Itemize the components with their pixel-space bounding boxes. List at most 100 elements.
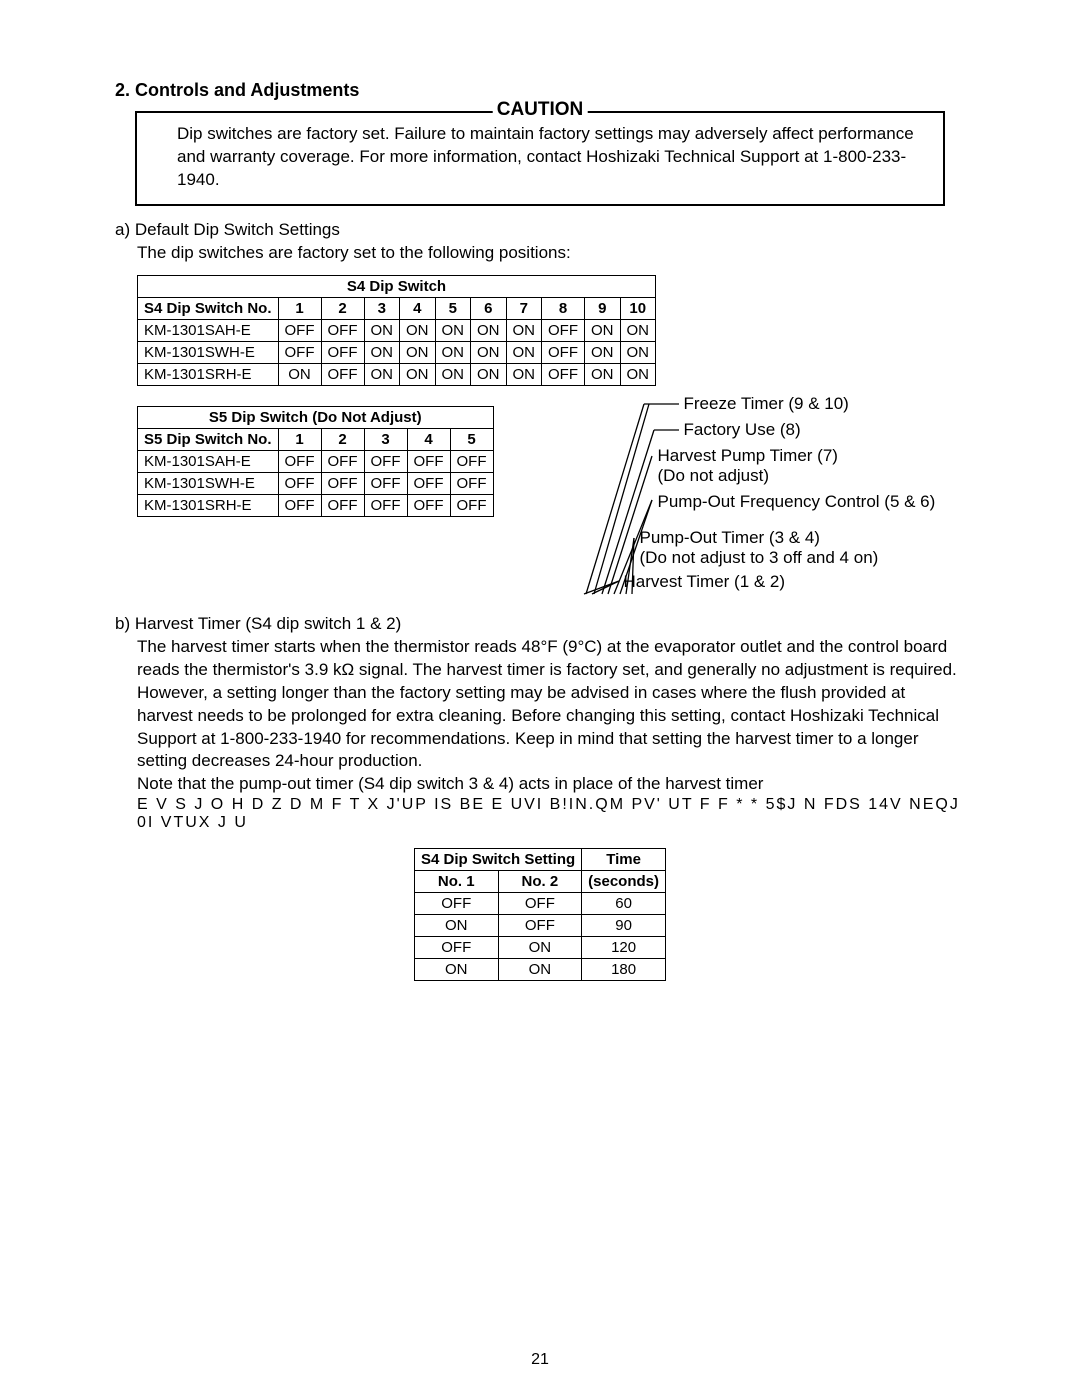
cell: ON	[620, 363, 656, 385]
model-cell: KM-1301SWH-E	[138, 341, 279, 363]
callout-pumpout-timer: Pump-Out Timer (3 & 4)	[640, 528, 820, 548]
cell: ON	[364, 363, 400, 385]
cell: ON	[364, 341, 400, 363]
cell: OFF	[498, 893, 582, 915]
col-head: 4	[400, 297, 436, 319]
model-cell: KM-1301SWH-E	[138, 472, 279, 494]
subsection-b-body-1: The harvest timer starts when the thermi…	[137, 636, 965, 774]
cell: ON	[400, 319, 436, 341]
subsection-b-body-2: Note that the pump-out timer (S4 dip swi…	[137, 773, 965, 796]
cell: ON	[400, 363, 436, 385]
cell: 60	[582, 893, 666, 915]
col-head: 3	[364, 297, 400, 319]
col-head: 1	[278, 297, 321, 319]
cell: ON	[414, 915, 498, 937]
table-row: S5 Dip Switch No. 1 2 3 4 5	[138, 428, 494, 450]
cell: OFF	[321, 472, 364, 494]
subsection-a-heading: a) Default Dip Switch Settings	[115, 220, 965, 240]
dip-switch-callouts: Freeze Timer (9 & 10) Factory Use (8) Ha…	[574, 396, 965, 606]
col-head: 2	[321, 428, 364, 450]
s4-caption: S4 Dip Switch	[138, 275, 656, 297]
model-cell: KM-1301SRH-E	[138, 494, 279, 516]
cell: OFF	[414, 937, 498, 959]
table-row: KM-1301SAH-E OFF OFF OFF OFF OFF	[138, 450, 494, 472]
col-head: 8	[542, 297, 585, 319]
cell: OFF	[364, 450, 407, 472]
table-row: No. 1 No. 2 (seconds)	[414, 871, 665, 893]
table-row: OFF OFF 60	[414, 893, 665, 915]
cell: OFF	[321, 363, 364, 385]
cell: ON	[498, 937, 582, 959]
cell: 120	[582, 937, 666, 959]
cell: OFF	[407, 494, 450, 516]
s5-dip-switch-table: S5 Dip Switch (Do Not Adjust) S5 Dip Swi…	[137, 406, 494, 517]
col-head: 5	[435, 297, 471, 319]
cell: ON	[278, 363, 321, 385]
s5-caption: S5 Dip Switch (Do Not Adjust)	[138, 406, 494, 428]
cell: OFF	[407, 450, 450, 472]
cell: OFF	[498, 915, 582, 937]
col-head: 3	[364, 428, 407, 450]
callout-harvest-pump-timer: Harvest Pump Timer (7)	[658, 446, 838, 466]
cell: OFF	[321, 494, 364, 516]
cell: ON	[435, 341, 471, 363]
table-row: KM-1301SAH-E OFF OFF ON ON ON ON ON OFF …	[138, 319, 656, 341]
caution-box: CAUTION Dip switches are factory set. Fa…	[135, 111, 945, 206]
cell: ON	[400, 341, 436, 363]
caution-body: Dip switches are factory set. Failure to…	[177, 123, 921, 192]
col-head: No. 2	[498, 871, 582, 893]
cell: ON	[620, 319, 656, 341]
cell: ON	[414, 959, 498, 981]
s4-row-header: S4 Dip Switch No.	[138, 297, 279, 319]
table-row: ON OFF 90	[414, 915, 665, 937]
cell: OFF	[321, 450, 364, 472]
cell: OFF	[542, 319, 585, 341]
cell: OFF	[364, 472, 407, 494]
cell: ON	[471, 319, 507, 341]
table-row: KM-1301SWH-E OFF OFF ON ON ON ON ON OFF …	[138, 341, 656, 363]
table-row: S4 Dip Switch Setting Time	[414, 849, 665, 871]
cell: ON	[506, 363, 542, 385]
cell: OFF	[321, 319, 364, 341]
cell: ON	[585, 319, 621, 341]
cell: OFF	[542, 341, 585, 363]
cell: ON	[620, 341, 656, 363]
cell: OFF	[278, 494, 321, 516]
col-head: 7	[506, 297, 542, 319]
col-head: 6	[471, 297, 507, 319]
cell: ON	[506, 341, 542, 363]
cell: OFF	[278, 341, 321, 363]
col-head: (seconds)	[582, 871, 666, 893]
cell: ON	[506, 319, 542, 341]
cell: OFF	[450, 450, 493, 472]
callout-freeze-timer: Freeze Timer (9 & 10)	[684, 394, 849, 414]
cell: OFF	[278, 319, 321, 341]
cell: OFF	[278, 472, 321, 494]
s4-dip-switch-table: S4 Dip Switch S4 Dip Switch No. 1 2 3 4 …	[137, 275, 656, 386]
cell: OFF	[450, 472, 493, 494]
cell: ON	[471, 363, 507, 385]
caution-title: CAUTION	[493, 99, 588, 121]
callout-factory-use: Factory Use (8)	[684, 420, 801, 440]
subsection-b-heading: b) Harvest Timer (S4 dip switch 1 & 2)	[115, 614, 965, 634]
col-head: S4 Dip Switch Setting	[414, 849, 581, 871]
col-head: 4	[407, 428, 450, 450]
cell: ON	[471, 341, 507, 363]
cell: OFF	[542, 363, 585, 385]
model-cell: KM-1301SRH-E	[138, 363, 279, 385]
cell: OFF	[321, 341, 364, 363]
cell: ON	[364, 319, 400, 341]
callout-harvest-pump-note: (Do not adjust)	[658, 466, 770, 486]
callout-pumpout-freq: Pump-Out Frequency Control (5 & 6)	[658, 492, 936, 512]
col-head: No. 1	[414, 871, 498, 893]
cell: ON	[498, 959, 582, 981]
col-head: 9	[585, 297, 621, 319]
col-head: 5	[450, 428, 493, 450]
page: 2. Controls and Adjustments CAUTION Dip …	[0, 0, 1080, 1397]
table-row: OFF ON 120	[414, 937, 665, 959]
cell: OFF	[278, 450, 321, 472]
cell: ON	[585, 363, 621, 385]
cell: 180	[582, 959, 666, 981]
subsection-a-body: The dip switches are factory set to the …	[137, 242, 965, 265]
callout-pumpout-timer-note: (Do not adjust to 3 off and 4 on)	[640, 548, 879, 568]
